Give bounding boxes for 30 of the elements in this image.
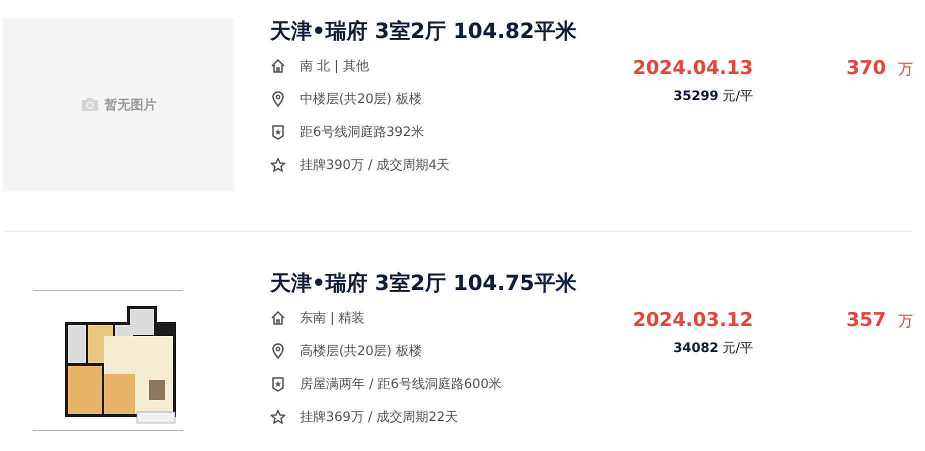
no-image-text: 暂无图片 [104,96,156,114]
shield-star-icon [270,124,286,140]
house-icon [270,58,286,74]
listing-title[interactable]: 天津•瑞府 3室2厅 104.82平米 [270,18,576,44]
deal-date: 2024.03.12 [632,308,753,333]
detail-text: 房屋满两年 / 距6号线洞庭路600米 [300,376,502,392]
detail-text: 东南 | 精装 [300,310,365,326]
unit-price: 34082 [673,340,719,358]
location-pin-icon [270,90,286,106]
detail-text: 南 北 | 其他 [300,58,369,74]
total-price: 370 [846,56,886,81]
unit-label: 元/平 [722,88,753,106]
detail-text: 挂牌390万 / 成交周期4天 [300,156,450,174]
shield-star-icon [270,376,286,392]
location-pin-icon [270,342,286,358]
camera-icon [80,97,98,112]
total-price: 357 [846,308,886,333]
detail-text: 中楼层(共20层) 板楼 [300,90,422,108]
detail-text: 距6号线洞庭路392米 [300,124,424,140]
listing-title[interactable]: 天津•瑞府 3室2厅 104.75平米 [270,270,576,296]
price-unit: 万 [898,59,913,80]
deal-date: 2024.04.13 [632,56,753,81]
detail-text: 挂牌369万 / 成交周期22天 [300,408,458,426]
detail-text: 高楼层(共20层) 板楼 [300,342,422,360]
unit-price: 35299 [673,88,719,106]
price-unit: 万 [898,311,913,332]
unit-label: 元/平 [722,340,753,358]
house-icon [270,310,286,326]
star-icon [270,156,286,172]
star-icon [270,408,286,424]
